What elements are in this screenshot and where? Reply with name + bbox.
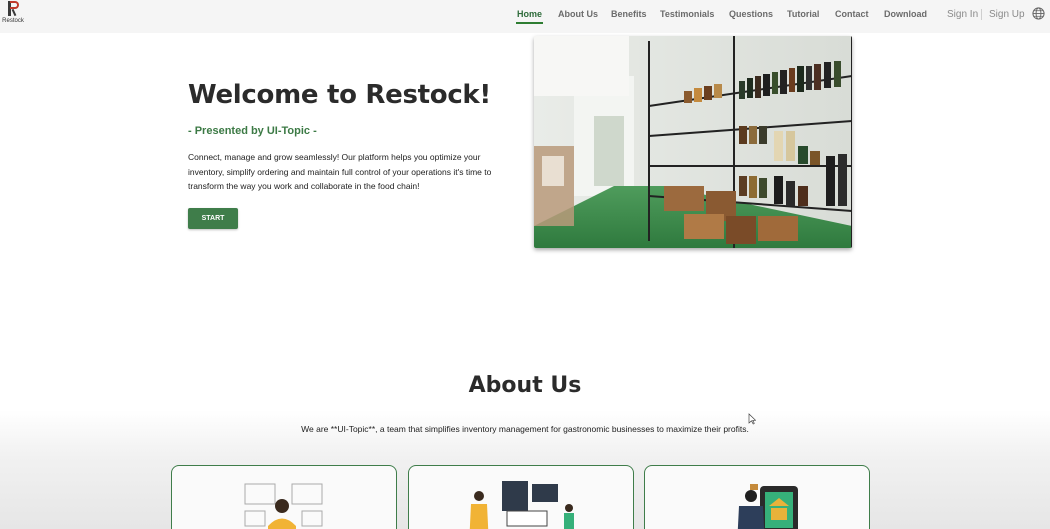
nav-links: Home About Us Benefits Testimonials Ques…: [0, 0, 1050, 33]
about-title: About Us: [468, 373, 582, 398]
nav-item-home[interactable]: Home: [517, 9, 542, 19]
mouse-cursor-icon: [748, 413, 756, 425]
nav-item-testimonials[interactable]: Testimonials: [660, 9, 714, 19]
globe-icon[interactable]: [1032, 7, 1045, 20]
hero-subtitle: - Presented by UI-Topic -: [188, 125, 317, 137]
about-description: We are **UI-Topic**, a team that simplif…: [301, 424, 749, 434]
nav-item-about-us[interactable]: About Us: [558, 9, 598, 19]
nav-item-questions[interactable]: Questions: [729, 9, 773, 19]
start-button[interactable]: START: [188, 208, 238, 229]
inventory-illustration-icon: [244, 483, 323, 529]
sign-up-link[interactable]: Sign Up: [989, 9, 1025, 20]
hero-description: Connect, manage and grow seamlessly! Our…: [188, 152, 492, 191]
nav-item-tutorial[interactable]: Tutorial: [787, 9, 819, 19]
analytics-illustration-icon: [469, 481, 574, 529]
hero-title: Welcome to Restock!: [188, 80, 491, 110]
store-shelves-image: [534, 36, 852, 248]
nav-item-benefits[interactable]: Benefits: [611, 9, 647, 19]
about-card: [171, 465, 397, 529]
about-card: [644, 465, 870, 529]
finance-illustration-icon: [737, 484, 798, 529]
about-card: [408, 465, 634, 529]
nav-item-contact[interactable]: Contact: [835, 9, 869, 19]
nav-item-download[interactable]: Download: [884, 9, 927, 19]
active-nav-underline: [516, 22, 543, 24]
top-navbar: Restock Home About Us Benefits Testimoni…: [0, 0, 1050, 33]
auth-divider: [981, 9, 982, 20]
sign-in-link[interactable]: Sign In: [947, 9, 978, 20]
